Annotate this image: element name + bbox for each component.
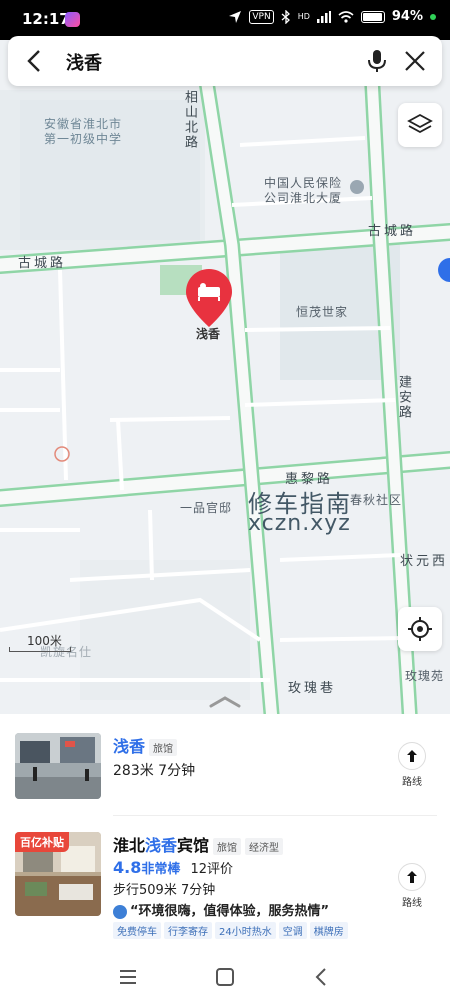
search-bar[interactable]: 浅香 (8, 36, 442, 86)
result-quote-line: “环境很嗨，值得体验，服务热情” (113, 900, 329, 919)
feature-tag: 行李寄存 (164, 922, 212, 939)
system-nav-bar (0, 954, 450, 1000)
route-button[interactable]: 路线 (390, 863, 434, 909)
status-time: 12:17 (22, 10, 70, 28)
status-bar: 12:17 VPN HD 94% (0, 0, 450, 40)
my-location-button[interactable] (398, 607, 442, 651)
road-label-meigui: 玫瑰巷 (288, 681, 337, 696)
result-divider (113, 815, 437, 816)
back-icon[interactable] (308, 964, 334, 990)
signal-label: HD (297, 12, 310, 21)
map-label-school-line2: 第一初级中学 (44, 132, 123, 146)
pin-label: 浅香 (195, 327, 220, 341)
result-thumbnail (15, 733, 101, 799)
result-rating-line: 4.8非常棒 12评价 (113, 858, 233, 877)
home-icon[interactable] (212, 964, 238, 990)
road-label-gucheng-east: 古城路 (368, 224, 417, 239)
battery-percent: 94% (391, 9, 423, 24)
search-query[interactable]: 浅香 (66, 49, 102, 75)
feature-tag: 免费停车 (113, 922, 161, 939)
wifi-icon (338, 10, 354, 23)
result-tag: 经济型 (245, 838, 284, 855)
sheet-handle-icon[interactable] (207, 695, 243, 709)
menu-icon[interactable] (115, 964, 141, 990)
result-title[interactable]: 浅香 旅馆 (113, 733, 178, 757)
hotel-pin-icon[interactable] (184, 267, 234, 329)
road-label-gucheng-west: 古城路 (18, 256, 67, 271)
charging-dot (430, 13, 436, 20)
result-item[interactable]: 百亿补贴 淮北浅香宾馆 旅馆 经济型 4.8非常棒 12评价 步行509米 7分钟 … (0, 830, 450, 950)
result-title[interactable]: 淮北浅香宾馆 旅馆 经济型 (113, 832, 284, 856)
map-label-yipin: 一品官邸 (180, 501, 233, 515)
result-quote: “环境很嗨，值得体验，服务热情” (130, 904, 330, 919)
signal-icon (316, 10, 331, 23)
vpn-badge: VPN (249, 9, 274, 24)
layers-icon (407, 113, 433, 134)
route-label: 路线 (402, 898, 422, 909)
map-view[interactable]: 安徽省淮北市 第一初级中学 中国人民保险 公司淮北大厦 古城路 古城路 相山北路… (0, 40, 450, 720)
app-notification-icon (65, 12, 80, 27)
thumb-badge: 百亿补贴 (15, 832, 69, 852)
route-label: 路线 (402, 777, 422, 788)
result-rating: 4.8 (113, 858, 142, 877)
result-distance: 步行509米 7分钟 (113, 883, 216, 898)
result-category-tag: 旅馆 (149, 739, 178, 756)
route-arrow-icon (407, 750, 417, 762)
result-rating-text: 非常棒 (141, 862, 181, 877)
road-label-jianan: 建安路 (396, 375, 411, 420)
close-icon[interactable] (402, 48, 428, 74)
road-label-xiangshan: 相山北路 (182, 90, 197, 150)
route-arrow-icon (407, 871, 417, 883)
map-label-chunqiu: 春秋社区 (350, 493, 403, 507)
result-distance: 283米 7分钟 (113, 763, 196, 779)
map-label-zhuangyuan: 状元西 (400, 554, 449, 569)
map-scale-bar (9, 647, 71, 652)
location-icon (229, 10, 242, 23)
map-layers-button[interactable] (398, 103, 442, 147)
feature-tag: 空调 (278, 922, 307, 939)
result-features: 免费停车 行李寄存 24小时热水 空调 棋牌房 (113, 922, 351, 939)
watermark-url: xczn.xyz (248, 511, 351, 536)
battery-icon (360, 10, 385, 23)
map-label-hengmao: 恒茂世家 (296, 305, 349, 319)
status-icons: VPN HD 94% (228, 9, 436, 24)
bluetooth-icon (281, 9, 290, 24)
back-arrow-icon[interactable] (22, 48, 48, 74)
result-tag: 旅馆 (213, 838, 242, 855)
feature-tag: 棋牌房 (309, 922, 348, 939)
feature-tag: 24小时热水 (215, 922, 276, 939)
route-button[interactable]: 路线 (390, 742, 434, 788)
result-title-highlight: 浅香 (113, 737, 146, 756)
microphone-icon[interactable] (364, 48, 390, 74)
result-item[interactable]: 浅香 旅馆 283米 7分钟 路线 (0, 730, 450, 810)
result-title-highlight: 浅香 (145, 836, 178, 855)
result-reviews: 12评价 (190, 862, 234, 877)
map-label-insurance-line2: 公司淮北大厦 (264, 191, 343, 205)
crosshair-icon (408, 617, 432, 641)
reviewer-avatar-icon (113, 904, 127, 919)
result-title-suffix: 宾馆 (177, 836, 210, 855)
result-title-prefix: 淮北 (113, 836, 146, 855)
map-label-meigui-garden: 玫瑰苑 (405, 669, 445, 683)
